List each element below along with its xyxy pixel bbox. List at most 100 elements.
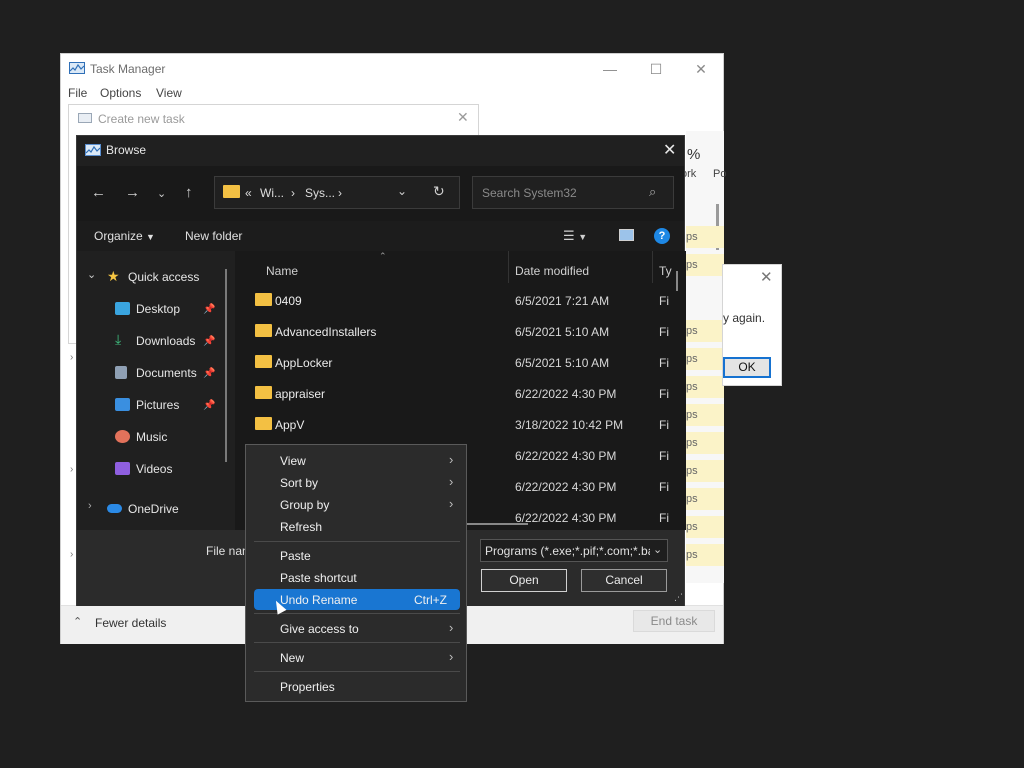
breadcrumb-separator[interactable]: › — [291, 186, 295, 200]
file-date: 6/5/2021 5:10 AM — [515, 356, 610, 370]
error-message: y again. — [723, 311, 766, 325]
submenu-arrow-icon: › — [449, 452, 454, 467]
close-icon[interactable]: ✕ — [457, 109, 469, 126]
power-column-header[interactable]: Po — [713, 168, 726, 180]
sidebar-item-label: Downloads — [136, 334, 196, 348]
menu-item-paste[interactable]: Paste — [254, 545, 460, 566]
column-header-name[interactable]: Name — [266, 264, 298, 278]
browse-titlebar[interactable]: Browse ✕ — [77, 136, 684, 166]
address-bar[interactable]: « Wi... › Sys... › ⌄ ↻ — [214, 176, 460, 209]
process-row[interactable]: ps — [686, 376, 724, 398]
back-arrow-icon[interactable]: ← — [91, 184, 106, 201]
expand-chevron-icon[interactable]: › — [70, 352, 73, 363]
close-icon[interactable]: ✕ — [760, 268, 773, 286]
close-button[interactable]: ✕ — [681, 57, 721, 81]
column-header-type[interactable]: Ty — [659, 264, 672, 278]
refresh-icon[interactable]: ↻ — [433, 183, 445, 200]
file-type-filter[interactable]: Programs (*.exe;*.pif;*.com;*.ba ⌄ — [480, 539, 668, 562]
menu-item-group-by[interactable]: Group by › — [254, 494, 460, 515]
pin-icon: 📌 — [203, 400, 216, 411]
expand-chevron-icon[interactable]: › — [88, 500, 92, 512]
recent-locations-chevron-icon[interactable]: ⌄ — [157, 187, 166, 200]
cancel-button[interactable]: Cancel — [581, 569, 667, 592]
breadcrumb-windows[interactable]: Wi... — [260, 186, 284, 200]
sidebar-item-label: Desktop — [136, 302, 181, 316]
search-input[interactable]: Search System32 — [482, 186, 577, 200]
menu-item-refresh[interactable]: Refresh — [254, 516, 460, 537]
sidebar-item-label: OneDrive — [128, 502, 179, 516]
menu-item-paste-shortcut[interactable]: Paste shortcut — [254, 567, 460, 588]
process-row[interactable]: ps — [686, 320, 724, 342]
pin-icon: 📌 — [203, 304, 216, 315]
task-manager-titlebar[interactable]: Task Manager — ☐ ✕ — [61, 54, 723, 84]
videos-icon — [115, 462, 130, 475]
menu-item-new[interactable]: New › — [254, 647, 460, 668]
process-row[interactable]: ps — [686, 226, 724, 248]
folder-icon — [255, 324, 272, 337]
file-name: appraiser — [275, 387, 326, 401]
search-icon: ⌕ — [649, 184, 657, 199]
menu-item-label: Paste — [280, 549, 311, 563]
cpu-percent: % — [687, 146, 701, 163]
process-row[interactable]: ps — [686, 254, 724, 276]
resize-grip-icon[interactable]: ⋰ — [674, 592, 683, 603]
menu-item-sort-by[interactable]: Sort by › — [254, 472, 460, 493]
menu-view[interactable]: View — [156, 86, 182, 100]
breadcrumb-separator[interactable]: › — [338, 186, 342, 200]
file-row[interactable]: appraiser 6/22/2022 4:30 PM Fi — [235, 378, 680, 409]
menu-item-view[interactable]: View › — [254, 450, 460, 471]
help-icon[interactable]: ? — [654, 228, 670, 244]
fewer-details-link[interactable]: Fewer details — [95, 616, 166, 630]
file-date: 6/22/2022 4:30 PM — [515, 480, 617, 494]
expand-chevron-icon[interactable]: › — [70, 464, 73, 475]
new-folder-button[interactable]: New folder — [185, 229, 242, 243]
menu-options[interactable]: Options — [100, 86, 141, 100]
forward-arrow-icon[interactable]: → — [125, 184, 140, 201]
process-row[interactable]: ps — [686, 488, 724, 510]
ok-button[interactable]: OK — [723, 357, 771, 378]
view-options-button[interactable]: ☰ ▼ — [563, 228, 587, 244]
maximize-button[interactable]: ☐ — [636, 57, 676, 81]
organize-button[interactable]: Organize ▼ — [94, 229, 155, 243]
preview-pane-icon[interactable] — [619, 229, 634, 241]
file-row[interactable]: 0409 6/5/2021 7:21 AM Fi — [235, 285, 680, 316]
breadcrumb-overflow[interactable]: « — [245, 186, 252, 200]
process-row[interactable]: ps — [686, 404, 724, 426]
navigation-bar: ← → ⌄ ↑ « Wi... › Sys... › ⌄ ↻ Search Sy… — [77, 166, 684, 221]
chevron-up-icon[interactable]: ⌃ — [73, 615, 82, 628]
process-row[interactable]: ps — [686, 432, 724, 454]
process-row[interactable]: ps — [686, 348, 724, 370]
sidebar-item-label: Pictures — [136, 398, 180, 412]
file-row[interactable]: AppV 3/18/2022 10:42 PM Fi — [235, 409, 680, 440]
file-row[interactable]: AppLocker 6/5/2021 5:10 AM Fi — [235, 347, 680, 378]
breadcrumb-system32[interactable]: Sys... — [305, 186, 335, 200]
menu-file[interactable]: File — [68, 86, 87, 100]
column-header-date[interactable]: Date modified — [515, 264, 589, 278]
column-divider[interactable] — [508, 251, 509, 283]
process-app-label: ps — [686, 325, 698, 337]
menu-item-properties[interactable]: Properties — [254, 676, 460, 697]
menu-item-give-access[interactable]: Give access to › — [254, 618, 460, 639]
search-box[interactable]: Search System32 ⌕ — [472, 176, 674, 209]
file-row[interactable]: AdvancedInstallers 6/5/2021 5:10 AM Fi — [235, 316, 680, 347]
column-divider[interactable] — [652, 251, 653, 283]
process-row[interactable]: ps — [686, 544, 724, 566]
collapse-chevron-icon[interactable]: ⌄ — [87, 268, 96, 281]
file-type: Fi — [659, 325, 669, 339]
menu-separator — [254, 541, 460, 542]
end-task-button[interactable]: End task — [633, 610, 715, 632]
open-button[interactable]: Open — [481, 569, 567, 592]
navigation-pane: ⌄ ★ Quick access Desktop 📌 ⤓ Downloads 📌… — [77, 251, 235, 530]
expand-chevron-icon[interactable]: › — [70, 549, 73, 560]
context-menu: View › Sort by › Group by › Refresh Past… — [245, 444, 467, 702]
up-arrow-icon[interactable]: ↑ — [185, 184, 193, 201]
minimize-button[interactable]: — — [590, 57, 630, 81]
process-row[interactable]: ps — [686, 516, 724, 538]
close-icon[interactable]: ✕ — [663, 140, 676, 160]
menu-separator — [254, 671, 460, 672]
navigation-scrollbar[interactable] — [225, 269, 227, 462]
menu-item-shortcut: Ctrl+Z — [414, 593, 447, 607]
process-row[interactable]: ps — [686, 460, 724, 482]
address-dropdown-chevron-icon[interactable]: ⌄ — [397, 184, 407, 198]
menu-item-label: Refresh — [280, 520, 323, 534]
